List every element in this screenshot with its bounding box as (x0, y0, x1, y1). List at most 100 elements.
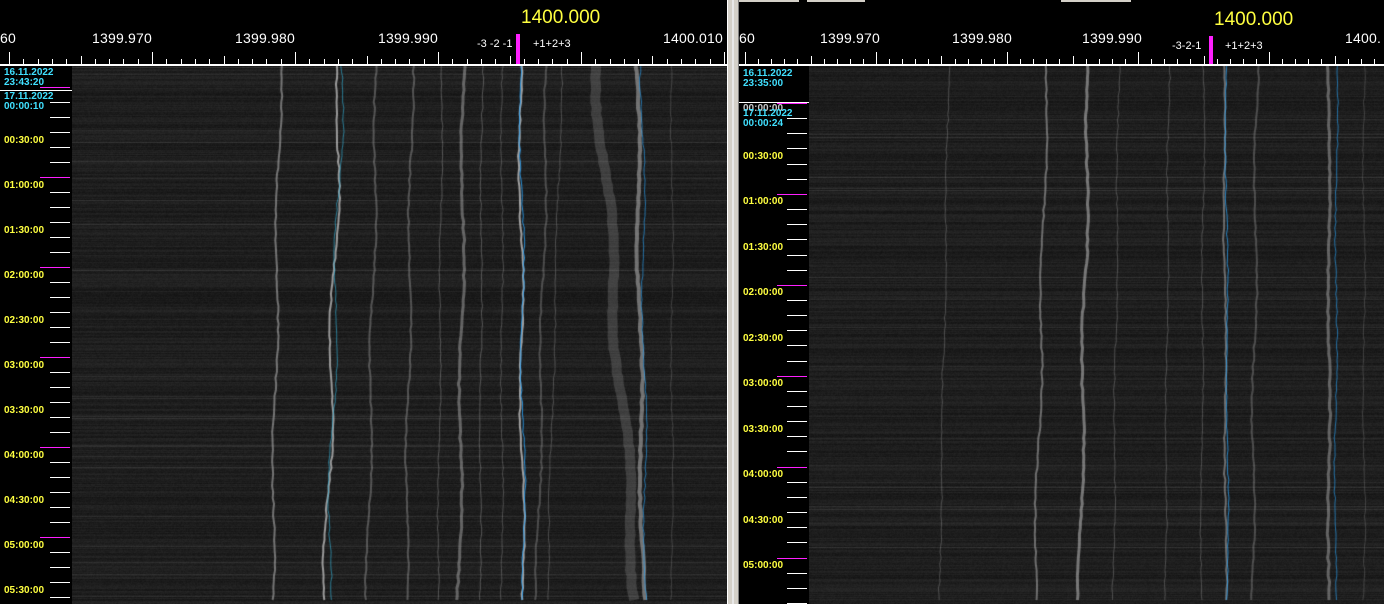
time-minor-tick (50, 282, 70, 283)
time-label: 03:30:00 (4, 405, 45, 416)
time-minor-tick (787, 270, 807, 271)
center-frequency-marker[interactable] (1209, 36, 1213, 64)
frequency-tick (1361, 59, 1362, 64)
time-label: 02:00:00 (743, 287, 784, 298)
waterfall-canvas[interactable] (809, 66, 1384, 604)
frequency-tick (1282, 59, 1283, 64)
frequency-tick (968, 59, 969, 64)
frequency-tick (710, 59, 711, 64)
time-text: 00:00:10 (4, 101, 45, 112)
frequency-tick (123, 59, 124, 64)
frequency-tick (524, 59, 525, 64)
offset-minus-label: -3 -2 -1 (477, 38, 513, 50)
time-minor-tick (787, 361, 807, 362)
frequency-tick (281, 59, 282, 64)
frequency-tick (824, 59, 825, 64)
time-label: 04:00:00 (4, 450, 45, 461)
frequency-tick (1374, 59, 1375, 64)
frequency-tick (1256, 59, 1257, 64)
frequency-tick (209, 59, 210, 64)
frequency-tick (409, 59, 410, 64)
frequency-tick (784, 59, 785, 64)
right-waterfall-panel[interactable]: 60 1399.970 1399.980 1399.990 1400. 1400… (739, 0, 1384, 604)
left-waterfall-panel[interactable]: 60 1399.970 1399.980 1399.990 1400.010 1… (0, 0, 727, 604)
time-minor-tick (787, 542, 807, 543)
waterfall-display[interactable] (809, 66, 1384, 604)
time-minor-tick (787, 482, 807, 483)
time-minor-tick (787, 421, 807, 422)
frequency-tick (38, 59, 39, 64)
frequency-tick (745, 52, 746, 64)
time-minor-tick (787, 573, 807, 574)
time-minor-tick (787, 224, 807, 225)
time-label: 01:30:00 (743, 242, 784, 253)
frequency-tick (510, 56, 511, 64)
time-minor-tick (787, 406, 807, 407)
frequency-tick (295, 52, 296, 64)
time-major-tick (40, 537, 70, 538)
freq-label: 1399.990 (378, 30, 438, 46)
frequency-tick (381, 59, 382, 64)
center-frequency-marker[interactable] (516, 34, 520, 64)
time-minor-tick (50, 342, 70, 343)
midnight-date-label: 17.11.2022 00:00:10 (4, 92, 54, 112)
time-minor-tick (50, 477, 70, 478)
time-minor-tick (787, 497, 807, 498)
time-minor-tick (50, 192, 70, 193)
frequency-tick (1020, 59, 1021, 64)
time-major-tick (40, 357, 70, 358)
waterfall-display[interactable] (72, 66, 727, 604)
time-text: 00:00:24 (743, 118, 784, 129)
frequency-tick (1033, 59, 1034, 64)
freq-label: 1399.980 (952, 30, 1012, 46)
frequency-tick (1335, 56, 1336, 64)
time-major-tick (40, 267, 70, 268)
time-minor-tick (50, 567, 70, 568)
time-label: 02:00:00 (4, 270, 45, 281)
frequency-tick (495, 59, 496, 64)
frequency-tick (238, 59, 239, 64)
frequency-tick (994, 59, 995, 64)
time-minor-tick (50, 417, 70, 418)
offset-plus-label: +1+2+3 (1225, 40, 1263, 52)
freq-label: 60 (0, 30, 16, 46)
freq-label: 1399.990 (1082, 30, 1142, 46)
frequency-tick (1112, 59, 1113, 64)
frequency-tick (195, 59, 196, 64)
frequency-tick (166, 59, 167, 64)
time-minor-tick (50, 327, 70, 328)
freq-label: 1400.010 (663, 30, 723, 46)
frequency-tick (1269, 52, 1270, 64)
freq-label: 60 (739, 30, 755, 46)
frequency-tick (1059, 59, 1060, 64)
frequency-tick (771, 59, 772, 64)
frequency-tick (552, 59, 553, 64)
time-label: 00:30:00 (743, 151, 784, 162)
time-minor-tick (787, 330, 807, 331)
start-date-label: 16.11.2022 23:35:00 (743, 69, 793, 89)
time-label: 02:30:00 (743, 333, 784, 344)
frequency-tick (23, 59, 24, 64)
frequency-tick (52, 59, 53, 64)
frequency-tick (889, 59, 890, 64)
frequency-tick (152, 52, 153, 64)
frequency-tick (1151, 59, 1152, 64)
frequency-tick (481, 59, 482, 64)
frequency-tick (1308, 59, 1309, 64)
frequency-tick (181, 59, 182, 64)
time-minor-tick (50, 297, 70, 298)
frequency-tick (863, 59, 864, 64)
time-minor-tick (50, 207, 70, 208)
frequency-tick (452, 59, 453, 64)
frequency-tick (1190, 59, 1191, 64)
frequency-tick (1204, 56, 1205, 64)
time-minor-tick (787, 209, 807, 210)
time-minor-tick (787, 255, 807, 256)
time-major-tick (777, 285, 807, 286)
waterfall-canvas[interactable] (72, 66, 727, 604)
time-major-tick (777, 467, 807, 468)
frequency-tick (1230, 59, 1231, 64)
frequency-tick (610, 59, 611, 64)
time-minor-tick (50, 432, 70, 433)
panel-splitter[interactable] (727, 0, 739, 604)
